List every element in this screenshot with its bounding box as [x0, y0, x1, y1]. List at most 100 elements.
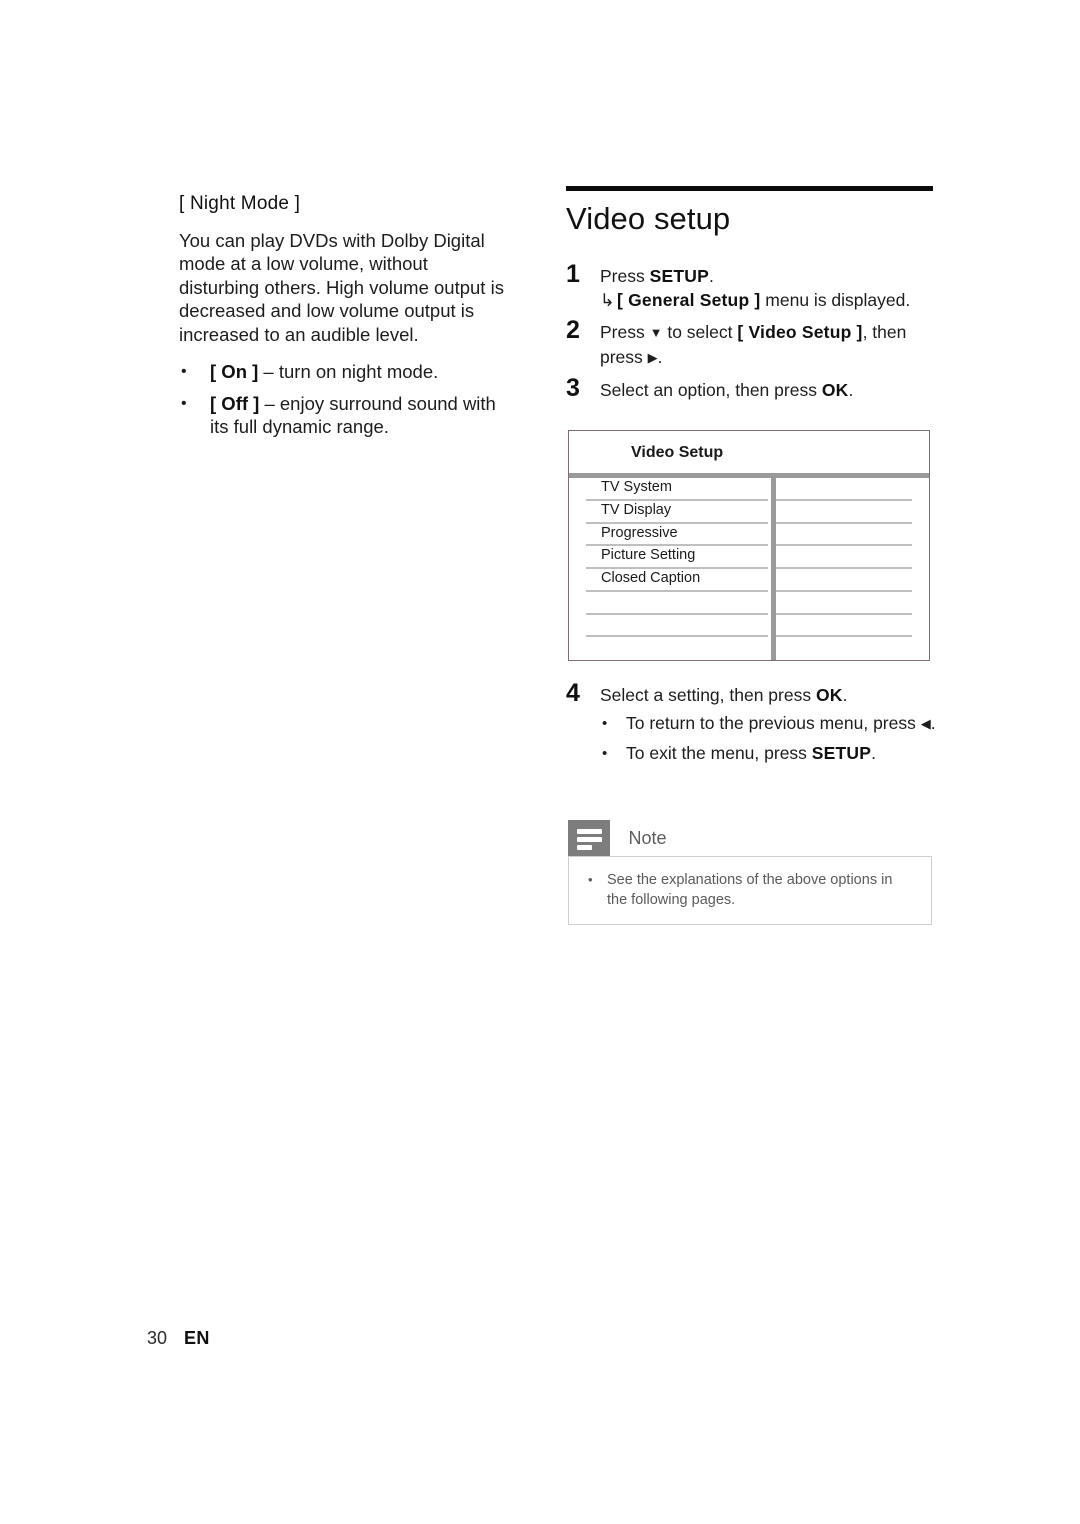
- menu-value-row-empty: [776, 637, 929, 660]
- note-icon-bar: [577, 829, 602, 834]
- bullet-text-after: .: [871, 743, 877, 763]
- arrow-right-icon: ▶: [647, 350, 658, 365]
- night-mode-option-list: • [ On ] – turn on night mode. • [ Off ]…: [179, 360, 509, 439]
- step-text: Select an option, then press OK.: [600, 380, 853, 400]
- page-title: Video setup: [566, 201, 731, 236]
- step-4-bullet-list: • To return to the previous menu, press ◀…: [600, 711, 938, 766]
- note-callout: Note • See the explanations of the above…: [568, 820, 932, 925]
- step-text-after: .: [842, 685, 848, 705]
- step-result-text: menu is displayed.: [760, 290, 911, 310]
- bullet-dot-icon: •: [181, 363, 187, 381]
- menu-body: TV System TV Display Progressive Picture…: [569, 478, 929, 660]
- menu-row[interactable]: TV System: [569, 478, 771, 501]
- step-text: Select a setting, then press OK.: [600, 685, 848, 705]
- note-icon-bar: [577, 845, 592, 850]
- key-label: SETUP: [649, 266, 709, 286]
- page-footer: 30 EN: [147, 1328, 210, 1349]
- bullet-text-before: To exit the menu, press: [626, 743, 812, 763]
- step-number: 3: [566, 374, 580, 402]
- step-text-end: .: [657, 347, 663, 367]
- menu-row[interactable]: Progressive: [569, 524, 771, 547]
- key-label: SETUP: [811, 743, 872, 763]
- section-heading-night-mode: [ Night Mode ]: [179, 193, 301, 214]
- procedure-step-1: 1 Press SETUP. ↳[ General Setup ] menu i…: [566, 260, 933, 312]
- list-item: • To return to the previous menu, press ◀…: [600, 711, 938, 736]
- menu-row-empty: [569, 592, 771, 615]
- menu-value-row[interactable]: [776, 546, 929, 569]
- procedure-step-list: 1 Press SETUP. ↳[ General Setup ] menu i…: [566, 260, 933, 402]
- title-rule-divider: [566, 186, 933, 191]
- option-description: – turn on night mode.: [258, 361, 439, 383]
- option-token: [ On ]: [210, 361, 259, 383]
- procedure-step-3: 3 Select an option, then press OK.: [566, 374, 933, 402]
- step-text-after: .: [848, 380, 854, 400]
- procedure-step-2: 2 Press ▼ to select [ Video Setup ], the…: [566, 316, 933, 370]
- video-setup-menu-screenshot: Video Setup TV System TV Display Progres…: [568, 430, 930, 661]
- step-text-before: Select an option, then press: [600, 380, 822, 400]
- key-label: OK: [821, 380, 849, 400]
- bullet-text-after: .: [930, 713, 936, 733]
- menu-label: [ Video Setup ]: [737, 322, 863, 342]
- menu-row-empty: [569, 637, 771, 660]
- post-menu-steps: 4 Select a setting, then press OK. • To r…: [566, 679, 938, 774]
- bullet-dot-icon: •: [602, 715, 608, 732]
- step-text-before: Press: [600, 322, 650, 342]
- menu-value-row-empty: [776, 615, 929, 638]
- menu-value-row-empty: [776, 592, 929, 615]
- menu-item-label: Closed Caption: [601, 570, 701, 586]
- step-text-after: .: [708, 266, 714, 286]
- menu-item-label: Picture Setting: [601, 547, 696, 564]
- menu-value-row[interactable]: [776, 501, 929, 524]
- menu-value-row[interactable]: [776, 478, 929, 501]
- step-text: Press SETUP.: [600, 266, 714, 286]
- list-item: • See the explanations of the above opti…: [585, 870, 915, 910]
- step-number: 1: [566, 260, 580, 288]
- note-item-list: • See the explanations of the above opti…: [585, 870, 915, 910]
- note-label: Note: [628, 828, 667, 848]
- step-number: 2: [566, 316, 580, 344]
- bullet-text-before: To return to the previous menu, press: [626, 713, 921, 733]
- menu-values-column: [776, 478, 929, 660]
- left-text-column: [ Night Mode ] You can play DVDs with Do…: [179, 192, 509, 447]
- step-result: ↳[ General Setup ] menu is displayed.: [600, 288, 933, 312]
- note-item-text: See the explanations of the above option…: [607, 872, 893, 908]
- step-text: Press ▼ to select [ Video Setup ], then …: [600, 322, 906, 367]
- arrow-down-icon: ▼: [649, 325, 663, 340]
- menu-item-label: Progressive: [601, 524, 678, 541]
- step-number: 4: [566, 679, 580, 707]
- note-icon-bar: [577, 837, 602, 842]
- menu-item-label: TV Display: [601, 501, 672, 518]
- list-item: • [ On ] – turn on night mode.: [179, 360, 509, 384]
- menu-row[interactable]: Picture Setting: [569, 546, 771, 569]
- menu-options-column: TV System TV Display Progressive Picture…: [569, 478, 771, 660]
- note-lines-icon: [568, 820, 610, 856]
- step-text-before: Select a setting, then press: [600, 685, 816, 705]
- bullet-dot-icon: •: [588, 872, 593, 887]
- bullet-dot-icon: •: [181, 394, 187, 412]
- menu-row-empty: [569, 615, 771, 638]
- menu-item-label: TV System: [601, 479, 672, 495]
- result-arrow-icon: ↳: [600, 290, 615, 310]
- bullet-dot-icon: •: [602, 745, 608, 762]
- list-item: • [ Off ] – enjoy surround sound with it…: [179, 392, 509, 439]
- procedure-step-4: 4 Select a setting, then press OK. • To r…: [566, 679, 938, 766]
- page-number: 30: [147, 1328, 168, 1348]
- menu-row[interactable]: Closed Caption: [569, 569, 771, 592]
- menu-value-row[interactable]: [776, 569, 929, 592]
- step-text-mid: to select: [662, 322, 738, 342]
- list-item: • To exit the menu, press SETUP.: [600, 741, 938, 766]
- arrow-left-icon: ◀: [920, 716, 931, 731]
- note-header: Note: [568, 820, 932, 856]
- right-content-column: Video setup 1 Press SETUP. ↳[ General Se…: [566, 186, 933, 410]
- menu-value-row[interactable]: [776, 524, 929, 547]
- menu-row[interactable]: TV Display: [569, 501, 771, 524]
- note-body: • See the explanations of the above opti…: [568, 856, 932, 925]
- night-mode-description: You can play DVDs with Dolby Digital mod…: [179, 229, 504, 345]
- step-text-before: Press: [600, 266, 650, 286]
- option-token: [ Off ]: [210, 392, 260, 414]
- menu-label: [ General Setup ]: [617, 290, 761, 310]
- menu-header: Video Setup: [569, 431, 929, 478]
- language-code: EN: [184, 1328, 210, 1348]
- menu-title: Video Setup: [631, 444, 724, 461]
- key-label: OK: [815, 685, 843, 705]
